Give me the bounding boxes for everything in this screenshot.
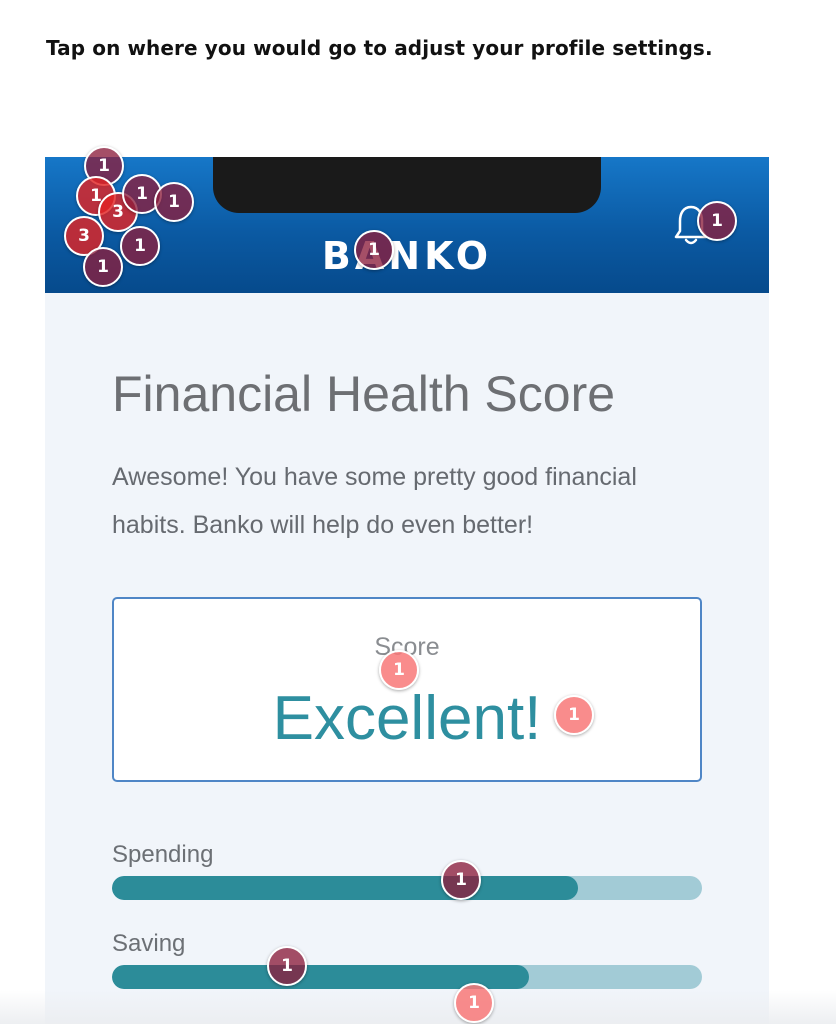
heatmap-marker: 1 <box>697 201 737 241</box>
heatmap-marker: 1 <box>454 983 494 1023</box>
heatmap-marker: 1 <box>379 650 419 690</box>
metric-label-spending: Spending <box>112 841 214 868</box>
score-card[interactable]: Score Excellent! <box>112 597 702 782</box>
heatmap-marker: 1 <box>83 247 123 287</box>
score-value: Excellent! <box>272 684 542 753</box>
spending-bar-fill <box>112 876 579 900</box>
heatmap-marker: 1 <box>441 860 481 900</box>
heatmap-marker: 1 <box>120 226 160 266</box>
spending-bar[interactable] <box>112 876 702 900</box>
saving-bar[interactable] <box>112 965 702 989</box>
phone-screen: BANKO Financial Health Score Awesome! Yo… <box>45 157 769 1024</box>
task-prompt: Tap on where you would go to adjust your… <box>46 36 713 60</box>
heatmap-marker: 1 <box>267 946 307 986</box>
heatmap-marker: 1 <box>554 695 594 735</box>
heatmap-marker: 1 <box>354 230 394 270</box>
page-description: Awesome! You have some pretty good finan… <box>112 463 637 539</box>
device-notch <box>213 157 601 213</box>
page-title: Financial Health Score <box>112 366 616 422</box>
heatmap-marker: 1 <box>154 182 194 222</box>
metric-label-saving: Saving <box>112 930 186 957</box>
